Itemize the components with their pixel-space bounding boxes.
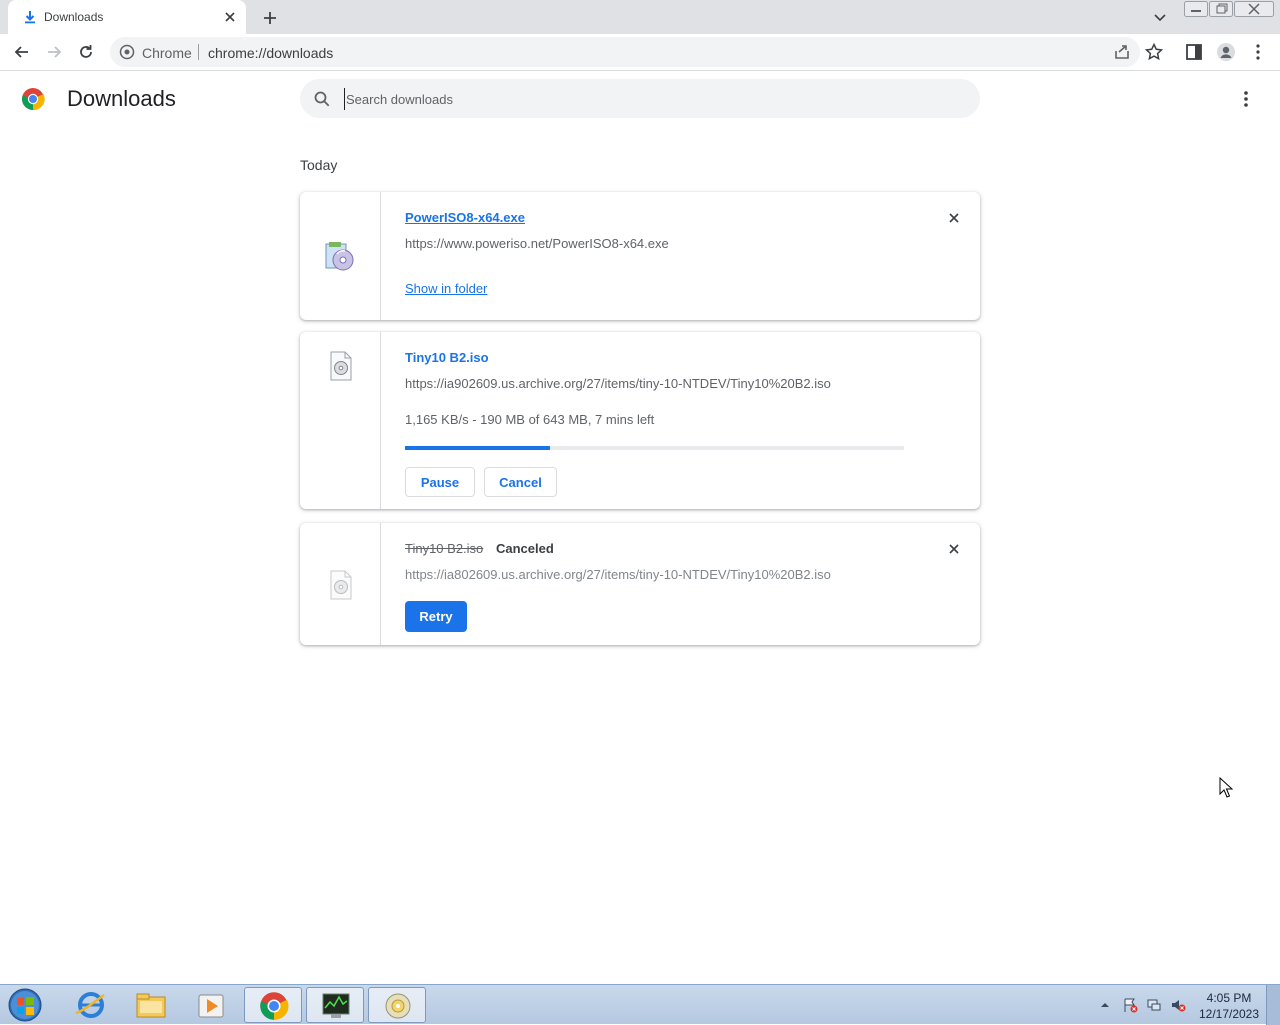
source-url[interactable]: https://ia902609.us.archive.org/27/items… (405, 376, 831, 391)
windows-taskbar: 4:05 PM 12/17/2023 (0, 984, 1280, 1025)
download-progress-bar (405, 446, 904, 450)
date-heading: Today (300, 157, 338, 173)
tab-strip: Downloads (0, 0, 1280, 34)
tab-downloads[interactable]: Downloads (8, 0, 246, 34)
address-bar[interactable]: Chrome chrome://downloads (110, 37, 1140, 67)
omnibox-divider (198, 44, 199, 60)
poweriso-app-icon[interactable] (323, 240, 355, 272)
start-button-icon[interactable] (6, 987, 44, 1023)
progress-fill (405, 446, 550, 450)
profile-avatar-icon[interactable] (1216, 42, 1236, 62)
side-panel-icon[interactable] (1184, 42, 1204, 62)
tab-search-chevron-icon[interactable] (1152, 9, 1168, 25)
restore-icon[interactable] (1209, 1, 1233, 17)
show-desktop-button[interactable] (1266, 985, 1280, 1025)
mouse-cursor-icon (1219, 777, 1233, 798)
taskbar-dvd-button[interactable] (368, 987, 426, 1023)
file-icon-column (300, 523, 381, 645)
share-icon[interactable] (1112, 42, 1132, 62)
chrome-logo-icon (22, 88, 45, 111)
new-tab-icon[interactable] (260, 8, 280, 28)
file-name-link[interactable]: Tiny10 B2.iso (405, 350, 489, 365)
action-center-flag-icon[interactable] (1122, 997, 1138, 1013)
reload-icon[interactable] (76, 42, 96, 62)
retry-button[interactable]: Retry (405, 601, 467, 632)
file-icon-column (300, 192, 381, 320)
window-close-icon[interactable] (1234, 1, 1274, 17)
more-actions-icon[interactable] (1236, 89, 1256, 109)
file-icon-column (300, 332, 381, 509)
disc-image-file-icon[interactable] (325, 350, 357, 382)
chrome-site-icon (119, 44, 135, 60)
taskbar-task-manager-button[interactable] (306, 987, 364, 1023)
download-icon (25, 11, 35, 24)
site-name: Chrome (142, 45, 192, 61)
pause-button[interactable]: Pause (405, 467, 475, 497)
back-icon[interactable] (12, 42, 32, 62)
canceled-file-name: Tiny10 B2.iso (405, 541, 484, 556)
source-url[interactable]: https://ia802609.us.archive.org/27/items… (405, 567, 831, 582)
download-status: 1,165 KB/s - 190 MB of 643 MB, 7 mins le… (405, 412, 655, 427)
download-item: Tiny10 B2.iso https://ia902609.us.archiv… (300, 332, 980, 509)
show-hidden-icons-icon[interactable] (1098, 997, 1112, 1013)
file-name-link[interactable]: PowerISO8-x64.exe (405, 210, 525, 225)
search-downloads-bar[interactable] (300, 79, 980, 118)
source-url[interactable]: https://www.poweriso.net/PowerISO8-x64.e… (405, 236, 669, 251)
download-item: PowerISO8-x64.exe https://www.poweriso.n… (300, 192, 980, 320)
file-explorer-icon[interactable] (122, 987, 180, 1023)
minimize-icon[interactable] (1184, 1, 1208, 17)
page-title: Downloads (67, 86, 176, 111)
clock-date: 12/17/2023 (1198, 1007, 1260, 1021)
clock-time: 4:05 PM (1206, 991, 1252, 1005)
task-manager-icon (322, 993, 350, 1018)
remove-item-icon[interactable] (945, 540, 963, 558)
system-clock[interactable]: 4:05 PM 12/17/2023 (1196, 990, 1262, 1022)
address-url[interactable]: chrome://downloads (208, 45, 333, 61)
close-tab-icon[interactable] (222, 9, 238, 25)
remove-item-icon[interactable] (945, 209, 963, 227)
network-icon[interactable] (1146, 997, 1162, 1013)
search-icon (314, 91, 330, 107)
download-item: Tiny10 B2.iso Canceled https://ia802609.… (300, 523, 980, 645)
taskbar-chrome-button[interactable] (244, 987, 302, 1023)
disc-image-file-icon (330, 570, 352, 600)
volume-muted-icon[interactable] (1170, 997, 1186, 1013)
media-player-icon[interactable] (182, 987, 240, 1023)
cancel-button[interactable]: Cancel (484, 467, 557, 497)
chrome-icon (260, 992, 289, 1020)
dvd-drive-icon (385, 993, 411, 1019)
chrome-menu-icon[interactable] (1248, 42, 1268, 62)
search-input[interactable] (344, 88, 944, 110)
bookmark-star-icon[interactable] (1144, 42, 1164, 62)
forward-icon[interactable] (44, 42, 64, 62)
internet-explorer-icon[interactable] (62, 987, 120, 1023)
show-in-folder-link[interactable]: Show in folder (405, 281, 487, 296)
canceled-status-label: Canceled (496, 541, 554, 556)
tab-title: Downloads (44, 10, 104, 24)
browser-toolbar: Chrome chrome://downloads (0, 34, 1280, 71)
